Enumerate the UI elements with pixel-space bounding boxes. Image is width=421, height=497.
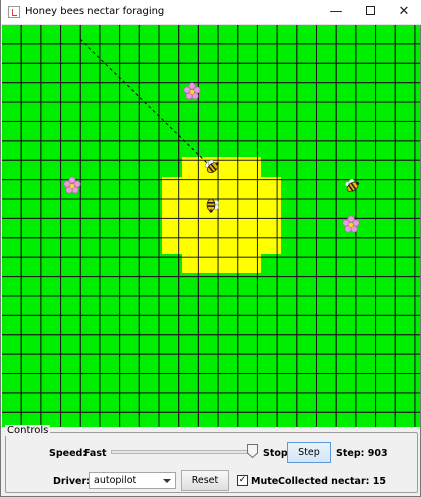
- speed-label: Speed:: [49, 448, 87, 459]
- mute-label: Mute: [251, 476, 279, 487]
- flower-icon: [63, 176, 81, 194]
- chevron-down-icon: [163, 479, 171, 483]
- app-window: Honey bees nectar foraging — ✕ Controls …: [0, 0, 421, 497]
- bee-icon: [204, 159, 219, 174]
- maximize-icon: [365, 6, 375, 15]
- speed-slider-thumb[interactable]: [247, 444, 258, 458]
- flower-icon: [342, 215, 360, 233]
- foraging-field[interactable]: [2, 25, 420, 427]
- speed-fast-label: Fast: [84, 448, 107, 459]
- driver-value: autopilot: [94, 475, 137, 486]
- java-app-icon: [8, 6, 20, 18]
- step-button[interactable]: Step: [287, 442, 331, 463]
- flower-icon: [183, 82, 201, 100]
- bee-icon: [206, 198, 219, 213]
- controls-title: Controls: [5, 425, 51, 436]
- reset-button[interactable]: Reset: [181, 470, 229, 491]
- speed-stop-label: Stop: [263, 448, 288, 459]
- bee-icon: [345, 178, 360, 192]
- step-count: Step: 903: [336, 448, 388, 459]
- window-title: Honey bees nectar foraging: [25, 6, 165, 17]
- title-bar[interactable]: Honey bees nectar foraging — ✕: [1, 0, 421, 25]
- minimize-icon: —: [329, 4, 343, 19]
- checkmark-icon: ✓: [238, 475, 247, 485]
- collected-nectar: Collected nectar: 15: [278, 476, 386, 487]
- close-icon: ✕: [398, 4, 410, 19]
- maximize-button[interactable]: [353, 0, 387, 24]
- driver-label: Driver:: [53, 476, 90, 487]
- mute-checkbox[interactable]: ✓: [237, 475, 248, 486]
- speed-slider[interactable]: [111, 450, 257, 454]
- close-button[interactable]: ✕: [387, 0, 421, 24]
- driver-select[interactable]: autopilot: [89, 472, 176, 489]
- minimize-button[interactable]: —: [319, 0, 353, 24]
